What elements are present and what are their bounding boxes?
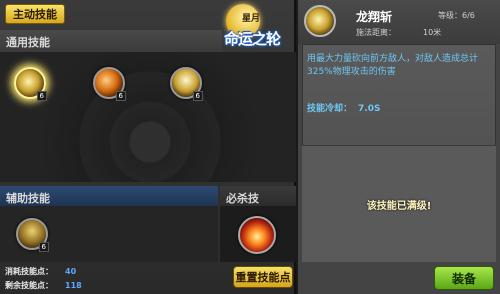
skill-detail-panel: 龙翔斩 等级：6/6 施法距离： 10米 用最大力量砍向前方敌人，对敌人造成总计… <box>298 0 500 294</box>
cooldown-value: 7.0S <box>358 104 381 114</box>
remaining-points-label: 剩余技能点： <box>5 281 53 290</box>
skill-whirl-strike[interactable]: 6 <box>93 67 126 101</box>
sword-slash-icon <box>304 5 336 37</box>
cooldown-row: 技能冷却： 7.0S <box>307 101 380 114</box>
skill-tornado[interactable]: 6 <box>170 67 203 101</box>
consumed-points-value: 40 <box>65 267 77 276</box>
logo-text: 命运之轮 <box>224 30 281 48</box>
logo-moon-label: 星月 <box>242 14 261 24</box>
skill-level-value: 6/6 <box>462 11 475 20</box>
cooldown-label: 技能冷却： <box>307 104 353 114</box>
skill-ultimate-explosion[interactable] <box>238 216 276 254</box>
skill-dragon-slash[interactable]: 6 <box>14 67 47 101</box>
support-skills-area: 6 <box>0 206 218 262</box>
skill-range-value: 10米 <box>423 28 442 37</box>
skill-level-badge: 6 <box>36 91 47 101</box>
ultimate-skills-area <box>220 206 296 262</box>
section-support-title: 辅助技能 <box>6 192 50 205</box>
section-ultimate-title: 必杀技 <box>226 192 259 205</box>
consumed-points-label: 消耗技能点： <box>5 267 53 276</box>
skill-support-1[interactable]: 6 <box>16 218 49 252</box>
remaining-points-row: 剩余技能点： 118 <box>5 280 82 291</box>
skill-level-badge: 6 <box>38 242 49 252</box>
skill-level-row: 等级：6/6 <box>438 10 475 21</box>
skill-name: 龙翔斩 <box>356 10 393 24</box>
tab-active-skills[interactable]: 主动技能 <box>5 4 65 24</box>
skill-level-label: 等级： <box>438 11 462 20</box>
reset-skill-points-button[interactable]: 重置技能点 <box>233 266 293 288</box>
consumed-points-row: 消耗技能点： 40 <box>5 266 76 277</box>
remaining-points-value: 118 <box>65 281 82 290</box>
equip-button[interactable]: 装备 <box>434 266 494 290</box>
skill-range-label: 施法距离： <box>356 28 396 37</box>
skill-list-panel: 主动技能 星月 命运之轮 通用技能 6 6 6 辅助技能 6 必杀技 消耗技能点… <box>0 0 296 294</box>
skill-level-badge: 6 <box>115 91 126 101</box>
common-skills-area: 6 6 6 <box>0 52 296 182</box>
skill-maxed-text: 该技能已满级! <box>366 200 432 212</box>
skill-description: 用最大力量砍向前方敌人，对敌人造成总计325%物理攻击的伤害 <box>307 54 479 77</box>
skill-detail-header: 龙翔斩 等级：6/6 施法距离： 10米 <box>298 0 500 44</box>
skill-maxed-area: 该技能已满级! <box>302 145 496 262</box>
skill-level-badge: 6 <box>192 91 203 101</box>
section-common-title: 通用技能 <box>6 36 50 49</box>
